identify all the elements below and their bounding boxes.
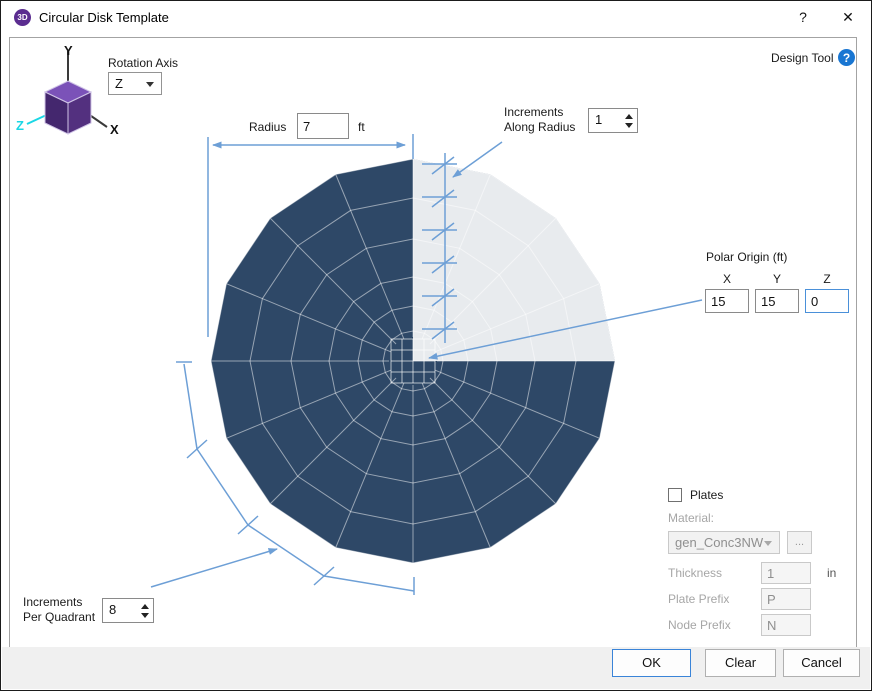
- rotation-axis-label: Rotation Axis: [108, 56, 178, 70]
- increments-along-radius-label: Increments Along Radius: [504, 105, 575, 135]
- thickness-input[interactable]: [761, 562, 811, 584]
- plate-prefix-input[interactable]: [761, 588, 811, 610]
- rotation-axis-dropdown[interactable]: Z: [108, 72, 162, 95]
- title-bar: 3D Circular Disk Template ? ✕: [1, 1, 871, 33]
- material-label: Material:: [668, 511, 714, 525]
- plate-prefix-label: Plate Prefix: [668, 592, 729, 606]
- polar-origin-z-input[interactable]: [805, 289, 849, 313]
- thickness-unit-label: in: [827, 566, 836, 580]
- design-tool-help-icon[interactable]: ?: [838, 49, 855, 66]
- plates-checkbox-label: Plates: [690, 488, 723, 502]
- window-title: Circular Disk Template: [39, 10, 169, 25]
- increments-per-quadrant-value: 8: [103, 599, 137, 622]
- window-help-button[interactable]: ?: [790, 5, 816, 29]
- app-3d-icon: 3D: [14, 9, 31, 26]
- polar-origin-z-label: Z: [805, 272, 849, 286]
- design-tool-label: Design Tool: [771, 51, 833, 65]
- cancel-button[interactable]: Cancel: [783, 649, 860, 677]
- increments-along-radius-value: 1: [589, 109, 621, 132]
- circular-disk-template-dialog: 3D Circular Disk Template ? ✕ Y X Z Rota…: [0, 0, 872, 691]
- polar-origin-label: Polar Origin (ft): [706, 250, 787, 264]
- increments-per-quadrant-stepper[interactable]: 8: [102, 598, 154, 623]
- node-prefix-input[interactable]: [761, 614, 811, 636]
- cube-z-label: Z: [16, 118, 24, 133]
- increments-per-quadrant-label: Increments Per Quadrant: [23, 595, 95, 625]
- polar-origin-y-input[interactable]: [755, 289, 799, 313]
- increments-along-radius-stepper[interactable]: 1: [588, 108, 638, 133]
- stepper-down-icon[interactable]: [625, 123, 633, 128]
- material-browse-button[interactable]: ...: [787, 531, 812, 554]
- chevron-down-icon: [764, 541, 772, 546]
- material-dropdown[interactable]: gen_Conc3NW: [668, 531, 780, 554]
- radius-unit-label: ft: [358, 120, 365, 134]
- footer-bar: OK Clear Cancel: [2, 647, 870, 689]
- stepper-up-icon[interactable]: [141, 604, 149, 609]
- cube-y-label: Y: [64, 43, 73, 58]
- close-icon[interactable]: ✕: [835, 5, 861, 29]
- stepper-down-icon[interactable]: [141, 613, 149, 618]
- plates-checkbox[interactable]: [668, 488, 682, 502]
- polar-origin-x-label: X: [705, 272, 749, 286]
- radius-label: Radius: [249, 120, 286, 134]
- stepper-up-icon[interactable]: [625, 114, 633, 119]
- clear-button[interactable]: Clear: [705, 649, 776, 677]
- chevron-down-icon: [146, 82, 154, 87]
- node-prefix-label: Node Prefix: [668, 618, 731, 632]
- polar-origin-x-input[interactable]: [705, 289, 749, 313]
- material-value: gen_Conc3NW: [675, 535, 763, 550]
- cube-x-label: X: [110, 122, 119, 137]
- thickness-label: Thickness: [668, 566, 722, 580]
- polar-origin-y-label: Y: [755, 272, 799, 286]
- rotation-axis-value: Z: [115, 76, 123, 91]
- radius-input[interactable]: [297, 113, 349, 139]
- ok-button[interactable]: OK: [612, 649, 691, 677]
